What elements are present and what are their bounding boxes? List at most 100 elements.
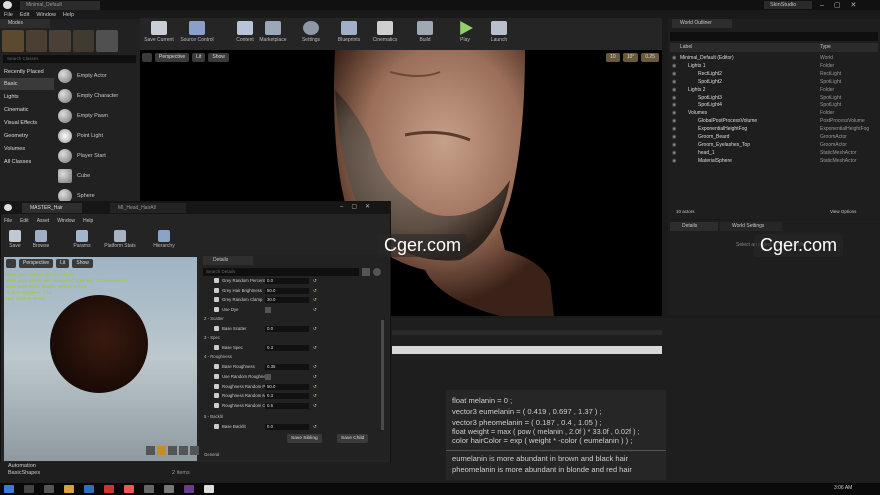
reset-arrow-icon[interactable]: ↺	[313, 383, 317, 391]
details-tab[interactable]: Details	[670, 222, 718, 231]
label-column-header[interactable]: Label	[680, 43, 692, 52]
place-mode-icon[interactable]	[2, 30, 24, 52]
reset-arrow-icon[interactable]: ↺	[313, 287, 317, 295]
close-icon[interactable]: ✕	[365, 203, 370, 210]
windows-start-icon[interactable]	[4, 485, 14, 493]
platform-stats-button[interactable]: Platform Stats	[100, 229, 140, 249]
property-value-input[interactable]: 0.0	[265, 326, 309, 332]
taskbar-app-icon[interactable]	[104, 485, 114, 493]
reset-arrow-icon[interactable]: ↺	[313, 373, 317, 381]
visibility-eye-icon[interactable]: ◉	[672, 94, 676, 102]
maximize-icon[interactable]: ▢	[351, 203, 357, 210]
perspective-button[interactable]: Perspective	[155, 53, 190, 62]
lit-button[interactable]: Lit	[192, 53, 206, 62]
outliner-row[interactable]: ◉ Groom_Eyelashes_Top GroomActor	[670, 141, 878, 149]
sphere-shape-icon[interactable]	[157, 446, 166, 455]
maximize-icon[interactable]: ▢	[834, 1, 841, 9]
modes-tab[interactable]: Modes	[0, 19, 50, 28]
visibility-eye-icon[interactable]: ◉	[672, 133, 676, 141]
view-options-button[interactable]: View Options	[830, 207, 856, 216]
world-settings-tab[interactable]: World Settings	[720, 222, 782, 231]
visibility-eye-icon[interactable]: ◉	[672, 101, 676, 109]
property-value-input[interactable]: 30.0	[265, 297, 309, 303]
details-search-input[interactable]: Search Details	[203, 268, 359, 276]
override-checkbox[interactable]	[214, 373, 219, 379]
actor-item[interactable]: Empty Character	[56, 86, 138, 106]
menu-help[interactable]: Help	[63, 12, 74, 18]
lit-button[interactable]: Lit	[56, 259, 70, 268]
mesh-icon[interactable]	[190, 446, 199, 455]
blueprints-button[interactable]: Blueprints	[330, 18, 368, 50]
property-value-input[interactable]: 0.3	[265, 393, 309, 400]
menu-file[interactable]: File	[4, 12, 13, 18]
actor-item[interactable]: Empty Actor	[56, 66, 138, 86]
taskbar-app-icon[interactable]	[184, 485, 194, 493]
taskbar-app-icon[interactable]	[84, 485, 94, 493]
save-button[interactable]: Save	[2, 229, 28, 249]
section-header[interactable]: General	[204, 452, 219, 457]
marketplace-button[interactable]: Marketplace	[254, 18, 292, 50]
visibility-eye-icon[interactable]: ◉	[672, 149, 676, 157]
material-tab[interactable]: MASTER_Hair	[22, 203, 82, 213]
reset-arrow-icon[interactable]: ↺	[313, 296, 317, 304]
type-column-header[interactable]: Type	[820, 43, 831, 52]
search-classes-input[interactable]: Search Classes	[3, 55, 136, 63]
scrollbar[interactable]	[381, 320, 384, 430]
property-value-input[interactable]	[265, 373, 271, 380]
folder-automation[interactable]: Automation	[8, 463, 36, 469]
reset-arrow-icon[interactable]: ↺	[313, 402, 317, 410]
override-checkbox[interactable]	[214, 278, 219, 283]
section-header[interactable]: 4 - Roughness	[204, 354, 232, 359]
geometry-mode-icon[interactable]	[96, 30, 118, 52]
outliner-row[interactable]: ◉ Groom_Beard GroomActor	[670, 133, 878, 141]
outliner-row[interactable]: ◉ Lights 2 Folder	[670, 86, 878, 94]
landscape-mode-icon[interactable]	[49, 30, 71, 52]
override-checkbox[interactable]	[214, 306, 219, 312]
menu-edit[interactable]: Edit	[20, 12, 29, 18]
explorer-icon[interactable]	[64, 485, 74, 493]
plane-icon[interactable]	[168, 446, 177, 455]
reset-arrow-icon[interactable]: ↺	[313, 392, 317, 400]
taskbar-app-icon[interactable]	[164, 485, 174, 493]
section-header[interactable]: 5 - Backlit	[204, 414, 223, 419]
reset-arrow-icon[interactable]: ↺	[313, 306, 317, 314]
visibility-eye-icon[interactable]: ◉	[672, 141, 676, 149]
visibility-eye-icon[interactable]: ◉	[672, 78, 676, 86]
actor-item[interactable]: Point Light	[56, 126, 138, 146]
details-tab[interactable]: Details	[203, 256, 253, 265]
actor-item[interactable]: Empty Pawn	[56, 106, 138, 126]
outliner-row[interactable]: ◉ MaterialSphere StaticMeshActor	[670, 157, 878, 165]
reset-arrow-icon[interactable]: ↺	[313, 423, 317, 431]
override-checkbox[interactable]	[214, 345, 219, 350]
level-tab[interactable]: Minimal_Default	[20, 1, 100, 10]
foliage-mode-icon[interactable]	[72, 30, 95, 52]
cinematics-button[interactable]: Cinematics	[366, 18, 404, 50]
close-icon[interactable]: ✕	[851, 1, 857, 9]
category-recently-placed[interactable]: Recently Placed	[0, 66, 54, 78]
visibility-eye-icon[interactable]: ◉	[672, 125, 676, 133]
visibility-eye-icon[interactable]: ◉	[672, 109, 676, 117]
menu-window[interactable]: Window	[57, 218, 75, 224]
params-button[interactable]: Params	[64, 229, 100, 249]
override-checkbox[interactable]	[214, 297, 219, 302]
source-control-button[interactable]: Source Control	[178, 18, 216, 50]
visibility-eye-icon[interactable]: ◉	[672, 117, 676, 125]
menu-help[interactable]: Help	[83, 218, 93, 224]
taskbar-app-icon[interactable]	[124, 485, 134, 493]
taskbar-app-icon[interactable]	[144, 485, 154, 493]
property-matrix-icon[interactable]	[362, 268, 370, 276]
reset-arrow-icon[interactable]: ↺	[313, 344, 317, 352]
paint-mode-icon[interactable]	[25, 30, 48, 52]
show-button[interactable]: Show	[72, 259, 93, 268]
category-all-classes[interactable]: All Classes	[0, 156, 54, 168]
override-checkbox[interactable]	[214, 393, 219, 399]
outliner-row[interactable]: ◉ RectLight2 RectLight	[670, 70, 878, 78]
outliner-row[interactable]: ◉ GlobalPostProcessVolume PostProcessVolum…	[670, 117, 878, 125]
visibility-eye-icon[interactable]: ◉	[672, 54, 676, 62]
override-checkbox[interactable]	[214, 287, 219, 293]
visibility-eye-icon[interactable]: ◉	[672, 157, 676, 165]
hierarchy-button[interactable]: Hierarchy	[146, 229, 182, 249]
outliner-row[interactable]: ◉ SpotLight2 SpotLight	[670, 78, 878, 86]
save-child-button[interactable]: Save Child	[337, 434, 369, 443]
cylinder-icon[interactable]	[146, 446, 155, 455]
